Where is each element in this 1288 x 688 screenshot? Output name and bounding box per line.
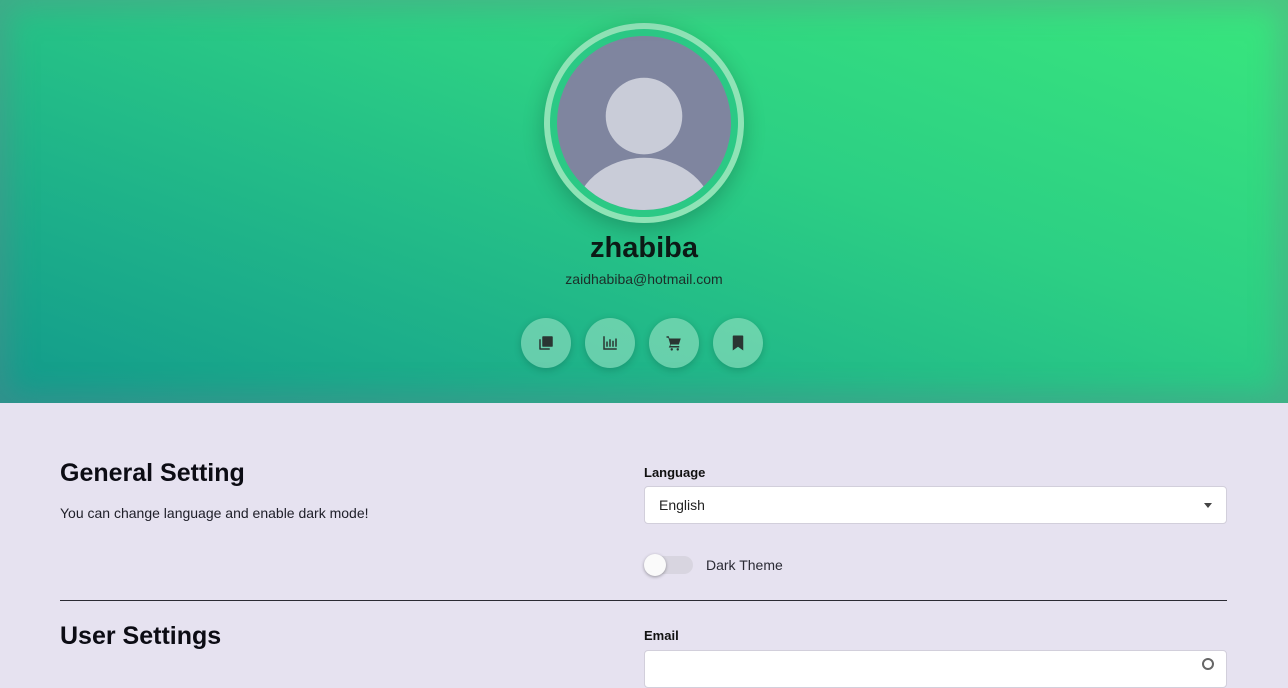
collections-icon	[539, 336, 553, 350]
bookmark-icon	[732, 335, 744, 351]
general-settings-description: You can change language and enable dark …	[60, 505, 369, 521]
user-settings-title: User Settings	[60, 622, 222, 650]
bookmark-button[interactable]	[713, 318, 763, 368]
general-settings-title: General Setting	[60, 459, 245, 487]
profile-action-bar	[521, 318, 763, 368]
email-field-icon	[1202, 658, 1214, 670]
profile-email: zaidhabiba@hotmail.com	[565, 271, 723, 287]
dark-theme-label: Dark Theme	[706, 557, 783, 573]
default-user-icon	[574, 77, 714, 210]
email-label: Email	[644, 628, 679, 643]
toggle-knob	[644, 554, 666, 576]
profile-username: zhabiba	[590, 232, 698, 264]
cart-button[interactable]	[649, 318, 699, 368]
dark-theme-toggle[interactable]	[644, 554, 693, 576]
shopping-cart-icon	[666, 336, 681, 351]
avatar-image	[557, 36, 731, 210]
bar-chart-icon	[603, 336, 617, 350]
email-field[interactable]	[644, 650, 1227, 688]
language-label: Language	[644, 465, 706, 480]
statistics-button[interactable]	[585, 318, 635, 368]
language-select-value: English	[659, 497, 705, 513]
chevron-down-icon	[1204, 503, 1212, 508]
section-divider	[60, 600, 1227, 601]
avatar[interactable]	[544, 23, 744, 223]
avatar-ring	[550, 29, 738, 217]
language-select[interactable]: English	[644, 486, 1227, 524]
profile-header: zhabiba zaidhabiba@hotmail.com	[0, 0, 1288, 403]
collections-button[interactable]	[521, 318, 571, 368]
